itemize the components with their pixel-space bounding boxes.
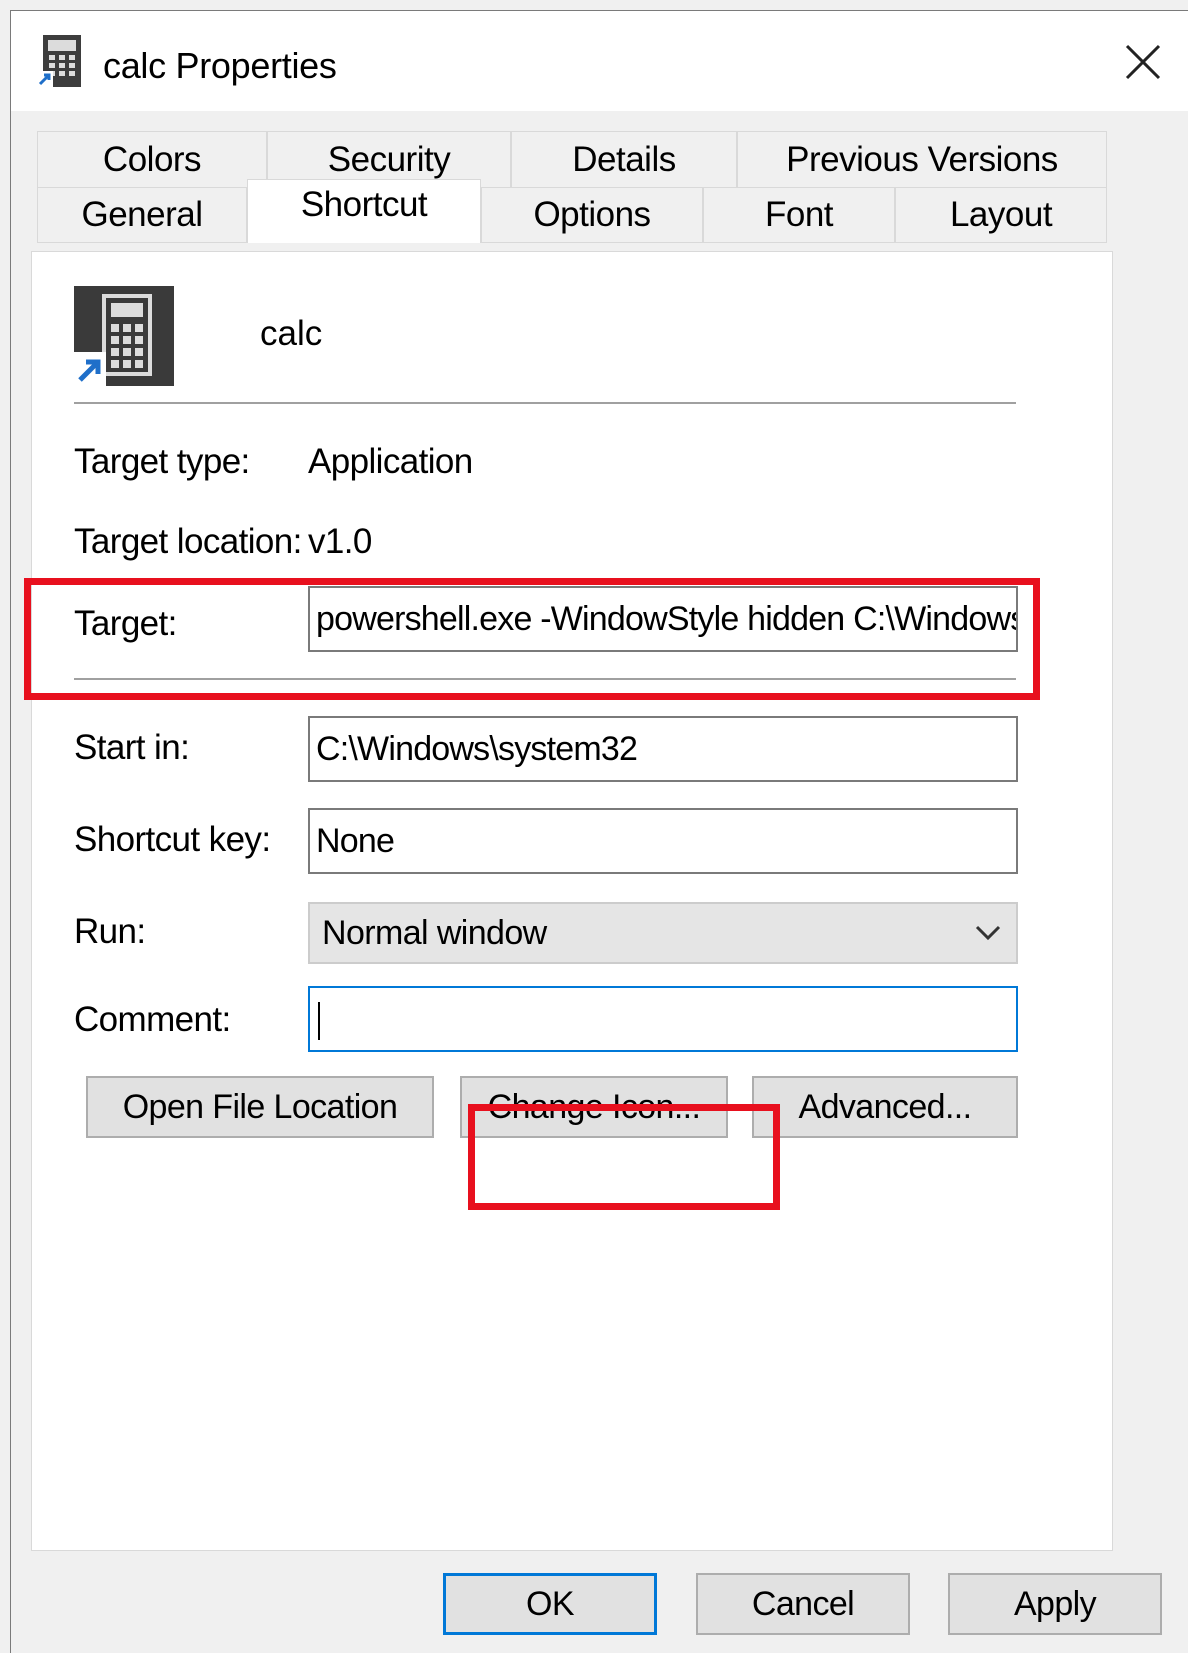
chevron-down-icon: [975, 925, 1001, 941]
target-location-label: Target location:: [74, 522, 302, 561]
apply-button[interactable]: Apply: [948, 1573, 1162, 1635]
advanced-button[interactable]: Advanced...: [752, 1076, 1018, 1138]
properties-dialog: calc Properties Colors Security Details …: [10, 10, 1188, 1653]
calculator-shortcut-icon: [74, 286, 174, 386]
target-type-value: Application: [308, 442, 473, 481]
comment-label: Comment:: [74, 1000, 231, 1039]
close-icon: [1125, 44, 1161, 80]
text-caret: [318, 1002, 320, 1041]
shortcut-name: calc: [260, 314, 323, 353]
close-button[interactable]: [1118, 37, 1168, 87]
cancel-button[interactable]: Cancel: [696, 1573, 910, 1635]
tab-font[interactable]: Font: [703, 187, 895, 243]
tab-options[interactable]: Options: [481, 187, 703, 243]
run-select-value: Normal window: [322, 914, 547, 952]
tab-previous-versions[interactable]: Previous Versions: [737, 131, 1107, 187]
tab-layout[interactable]: Layout: [895, 187, 1107, 243]
shortcut-panel: calc Target type: Application Target loc…: [31, 251, 1113, 1551]
tab-colors[interactable]: Colors: [37, 131, 267, 187]
open-file-location-button[interactable]: Open File Location: [86, 1076, 434, 1138]
tab-shortcut[interactable]: Shortcut: [247, 179, 481, 243]
change-icon-button[interactable]: Change Icon...: [460, 1076, 728, 1138]
target-label: Target:: [74, 604, 177, 643]
start-in-input[interactable]: C:\Windows\system32: [308, 716, 1018, 782]
run-select[interactable]: Normal window: [308, 902, 1018, 964]
tab-general[interactable]: General: [37, 187, 247, 243]
separator: [74, 678, 1016, 680]
run-label: Run:: [74, 912, 146, 951]
tab-details[interactable]: Details: [511, 131, 737, 187]
window-title: calc Properties: [103, 45, 337, 86]
start-in-label: Start in:: [74, 728, 190, 767]
separator: [74, 402, 1016, 404]
title-bar: calc Properties: [11, 11, 1188, 111]
ok-button[interactable]: OK: [443, 1573, 657, 1635]
target-type-label: Target type:: [74, 442, 250, 481]
comment-input[interactable]: [308, 986, 1018, 1052]
shortcut-key-label: Shortcut key:: [74, 820, 271, 859]
calculator-shortcut-icon: [37, 33, 85, 89]
shortcut-key-input[interactable]: None: [308, 808, 1018, 874]
target-location-value: v1.0: [308, 522, 372, 561]
target-input[interactable]: powershell.exe -WindowStyle hidden C:\Wi…: [308, 586, 1018, 652]
